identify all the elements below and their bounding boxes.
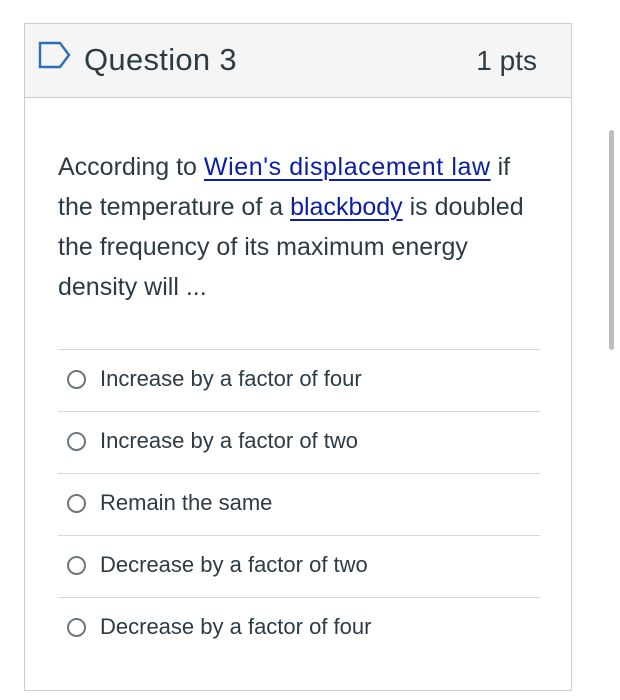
answer-label[interactable]: Increase by a factor of four [100, 366, 362, 392]
question-text: According to Wien's displacement law if … [58, 147, 533, 307]
radio-button-icon[interactable] [67, 432, 86, 451]
answer-option-increase-two[interactable]: Increase by a factor of two [58, 412, 540, 474]
answer-option-remain-same[interactable]: Remain the same [58, 474, 540, 536]
answer-option-decrease-four[interactable]: Decrease by a factor of four [58, 598, 540, 660]
radio-button-icon[interactable] [67, 494, 86, 513]
question-card: Question 3 1 pts According to Wien's dis… [24, 23, 572, 691]
answer-option-decrease-two[interactable]: Decrease by a factor of two [58, 536, 540, 598]
radio-button-icon[interactable] [67, 370, 86, 389]
wien-law-link[interactable]: Wien's displacement law [204, 153, 491, 181]
quiz-page: Question 3 1 pts According to Wien's dis… [0, 0, 620, 700]
flag-question-icon[interactable] [38, 41, 72, 69]
answer-label[interactable]: Decrease by a factor of two [100, 552, 368, 578]
question-points: 1 pts [476, 45, 537, 76]
scrollbar-thumb[interactable] [609, 130, 614, 350]
answer-label[interactable]: Remain the same [100, 490, 272, 516]
blackbody-link[interactable]: blackbody [290, 193, 403, 221]
answer-list: Increase by a factor of four Increase by… [58, 349, 540, 660]
question-header: Question 3 1 pts [25, 24, 571, 98]
answer-option-increase-four[interactable]: Increase by a factor of four [58, 350, 540, 412]
radio-button-icon[interactable] [67, 618, 86, 637]
question-body: According to Wien's displacement law if … [25, 147, 571, 660]
radio-button-icon[interactable] [67, 556, 86, 575]
answer-label[interactable]: Increase by a factor of two [100, 428, 358, 454]
question-title: Question 3 [84, 42, 237, 77]
question-text-part1: According to [58, 153, 204, 181]
answer-label[interactable]: Decrease by a factor of four [100, 614, 371, 640]
